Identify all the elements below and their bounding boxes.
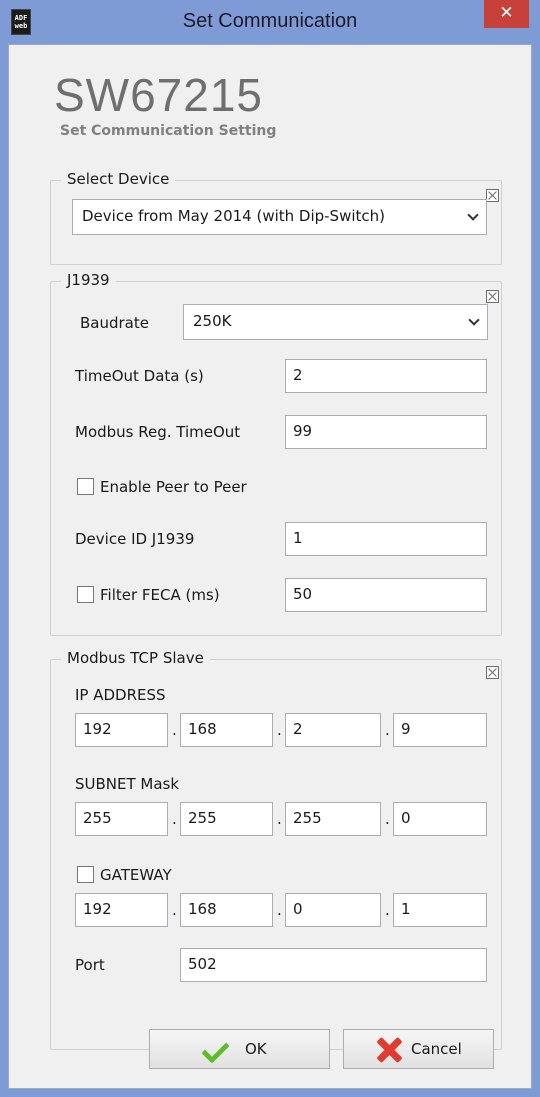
gateway-octet-2-input[interactable]: 168 xyxy=(180,893,273,927)
app-title: SW67215 xyxy=(54,69,264,121)
window-title: Set Communication xyxy=(182,10,358,32)
ip-separator: . xyxy=(385,721,390,739)
port-label: Port xyxy=(75,956,105,974)
chevron-down-icon xyxy=(468,211,477,220)
device-id-input[interactable]: 1 xyxy=(285,522,487,556)
cancel-button[interactable]: Cancel xyxy=(343,1029,494,1069)
title-bar[interactable]: ADF web Set Communication ✕ xyxy=(0,0,540,44)
ip-address-label: IP ADDRESS xyxy=(75,686,166,704)
device-select-value: Device from May 2014 (with Dip-Switch) xyxy=(82,207,386,225)
ok-button[interactable]: OK xyxy=(149,1029,330,1069)
filter-feca-label: Filter FECA (ms) xyxy=(100,586,220,604)
device-id-label: Device ID J1939 xyxy=(75,530,195,548)
gateway-octet-4-input[interactable]: 1 xyxy=(393,893,487,927)
ip-octet-2-input[interactable]: 168 xyxy=(180,713,273,747)
select-device-legend: Select Device xyxy=(61,170,176,188)
timeout-data-input[interactable]: 2 xyxy=(285,359,487,393)
gateway-separator: . xyxy=(172,901,177,919)
subnet-separator: . xyxy=(385,810,390,828)
ip-separator: . xyxy=(172,721,177,739)
cancel-x-icon xyxy=(376,1037,402,1063)
ip-separator: . xyxy=(277,721,282,739)
subnet-octet-4-input[interactable]: 0 xyxy=(393,802,487,836)
check-icon xyxy=(205,1043,229,1057)
close-icon: ✕ xyxy=(499,3,514,23)
modbus-timeout-label: Modbus Reg. TimeOut xyxy=(75,423,241,441)
collapse-modbus-tcp-icon[interactable] xyxy=(486,666,499,679)
subnet-separator: . xyxy=(172,810,177,828)
gateway-octet-1-input[interactable]: 192 xyxy=(75,893,168,927)
modbus-tcp-legend: Modbus TCP Slave xyxy=(61,649,210,667)
gateway-separator: . xyxy=(385,901,390,919)
modbus-timeout-input[interactable]: 99 xyxy=(285,415,487,449)
subnet-separator: . xyxy=(277,810,282,828)
gateway-checkbox[interactable] xyxy=(77,866,94,883)
cancel-button-label: Cancel xyxy=(411,1040,462,1058)
peer-to-peer-label: Enable Peer to Peer xyxy=(100,478,247,496)
ip-octet-1-input[interactable]: 192 xyxy=(75,713,168,747)
timeout-data-label: TimeOut Data (s) xyxy=(75,367,204,385)
filter-feca-input[interactable]: 50 xyxy=(285,578,487,612)
baudrate-select[interactable]: 250K xyxy=(183,304,488,340)
collapse-j1939-icon[interactable] xyxy=(486,290,499,303)
chevron-down-icon xyxy=(469,316,478,325)
subnet-octet-2-input[interactable]: 255 xyxy=(180,802,273,836)
ip-octet-4-input[interactable]: 9 xyxy=(393,713,487,747)
subnet-mask-label: SUBNET Mask xyxy=(75,775,180,793)
collapse-select-device-icon[interactable] xyxy=(486,189,499,202)
port-input[interactable]: 502 xyxy=(180,948,487,982)
gateway-octet-3-input[interactable]: 0 xyxy=(285,893,381,927)
filter-feca-checkbox[interactable] xyxy=(77,586,94,603)
close-button[interactable]: ✕ xyxy=(484,0,529,28)
peer-to-peer-checkbox[interactable] xyxy=(77,478,94,495)
gateway-separator: . xyxy=(277,901,282,919)
subnet-octet-1-input[interactable]: 255 xyxy=(75,802,168,836)
j1939-legend: J1939 xyxy=(61,271,116,289)
gateway-label: GATEWAY xyxy=(100,866,172,884)
ok-button-label: OK xyxy=(245,1040,267,1058)
device-select[interactable]: Device from May 2014 (with Dip-Switch) xyxy=(72,199,487,235)
baudrate-select-value: 250K xyxy=(193,312,232,330)
ip-octet-3-input[interactable]: 2 xyxy=(285,713,381,747)
subnet-octet-3-input[interactable]: 255 xyxy=(285,802,381,836)
app-subtitle: Set Communication Setting xyxy=(60,123,277,139)
baudrate-label: Baudrate xyxy=(80,314,149,332)
